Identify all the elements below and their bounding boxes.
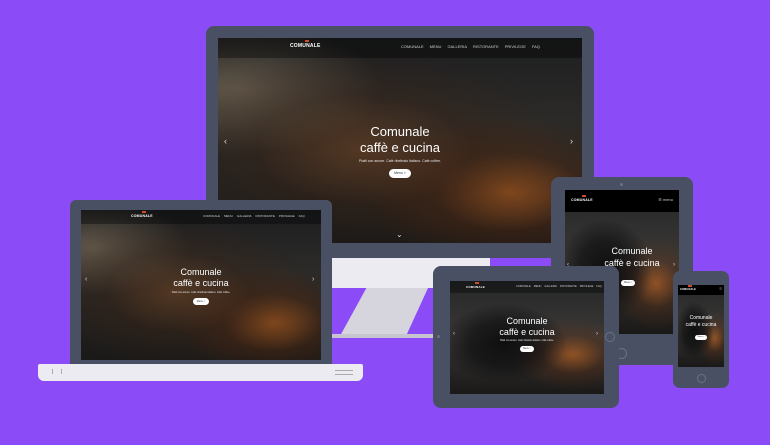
- tablet-portrait-menu-label: menu: [662, 197, 673, 202]
- tablet-landscape-next-arrow-icon[interactable]: ›: [596, 331, 598, 337]
- desktop-hero-line1: Comunale: [370, 124, 430, 139]
- desktop-logo[interactable]: COMUNALE: [290, 40, 321, 49]
- laptop-screen: COMUNALE COMUNALE MENU GALLERIA RISTORAN…: [81, 210, 321, 360]
- phone-home-button[interactable]: [697, 374, 706, 383]
- laptop-vent-right: [335, 370, 353, 375]
- tablet-landscape-nav-links: COMUNALE MENU GALLERIA RISTORANTE PRIVIL…: [516, 285, 602, 288]
- laptop-hero-button[interactable]: Menu >: [193, 298, 209, 305]
- tablet-landscape-camera: [437, 335, 440, 338]
- nav-item-faq[interactable]: FAQ: [532, 44, 540, 49]
- laptop-hero-line1: Comunale: [180, 267, 222, 277]
- tablet-landscape-nav-galleria[interactable]: GALLERIA: [544, 285, 557, 288]
- tablet-landscape-logo[interactable]: COMUNALE: [466, 282, 485, 289]
- tablet-landscape-hero-line1: Comunale: [506, 316, 548, 326]
- tablet-portrait-navbar: COMUNALE ☰ menu: [565, 190, 679, 212]
- tablet-portrait-hero-button[interactable]: Menu >: [621, 280, 635, 286]
- desktop-scroll-down-icon[interactable]: ⌄: [396, 230, 403, 239]
- tablet-portrait-logo[interactable]: COMUNALE: [571, 195, 593, 202]
- tablet-portrait-menu-icon[interactable]: ☰ menu: [658, 197, 673, 202]
- laptop-vent-left: [52, 369, 62, 374]
- phone-hero-line2: caffè e cucina: [685, 322, 717, 328]
- nav-item-galleria[interactable]: GALLERIA: [447, 44, 467, 49]
- tablet-landscape-nav-faq[interactable]: FAQ: [596, 285, 601, 288]
- laptop-prev-arrow-icon[interactable]: ‹: [85, 276, 87, 283]
- tablet-landscape-nav-ristorante[interactable]: RISTORANTE: [560, 285, 577, 288]
- tablet-landscape-home-button[interactable]: [605, 332, 615, 342]
- desktop-hero-line2: caffè e cucina: [360, 140, 440, 155]
- laptop-nav-comunale[interactable]: COMUNALE: [203, 214, 220, 218]
- desktop-next-arrow-icon[interactable]: ›: [570, 136, 573, 146]
- desktop-stand: [340, 288, 428, 336]
- laptop-hero-line2: caffè e cucina: [173, 278, 229, 288]
- laptop-nav-privilege[interactable]: PRIVILEGE: [279, 214, 295, 218]
- laptop-nav-menu[interactable]: MENU: [224, 214, 233, 218]
- laptop-logo[interactable]: COMUNALE: [131, 211, 153, 218]
- tablet-landscape-nav-privilege[interactable]: PRIVILEGE: [580, 285, 594, 288]
- phone-hero-button[interactable]: Menu >: [695, 335, 707, 340]
- laptop-next-arrow-icon[interactable]: ›: [312, 276, 314, 283]
- tablet-landscape-hero-button[interactable]: Menu >: [520, 346, 534, 352]
- desktop-hero-button[interactable]: Menu >: [389, 169, 411, 178]
- phone-logo[interactable]: COMUNALE: [680, 285, 696, 291]
- tablet-landscape-navbar: COMUNALE COMUNALE MENU GALLERIA RISTORAN…: [450, 281, 604, 293]
- laptop-navbar: COMUNALE COMUNALE MENU GALLERIA RISTORAN…: [81, 210, 321, 224]
- laptop-base: [38, 364, 363, 381]
- desktop-navbar: COMUNALE COMUNALE MENU GALLERIA RISTORAN…: [218, 38, 582, 58]
- tablet-landscape-hero-tagline: Piatti con amore. Cafè ribeltrato italia…: [500, 340, 554, 342]
- phone-navbar: COMUNALE ☰: [678, 285, 724, 295]
- laptop-nav-links: COMUNALE MENU GALLERIA RISTORANTE PRIVIL…: [203, 214, 305, 218]
- laptop-nav-faq[interactable]: FAQ: [299, 214, 305, 218]
- tablet-portrait-camera: [620, 183, 623, 186]
- tablet-landscape-screen: COMUNALE COMUNALE MENU GALLERIA RISTORAN…: [450, 281, 604, 394]
- laptop-nav-ristorante[interactable]: RISTORANTE: [256, 214, 275, 218]
- phone-screen: COMUNALE ☰ Comunale caffè e cucina Menu …: [678, 285, 724, 367]
- tablet-portrait-hero-line1: Comunale: [611, 246, 653, 256]
- desktop-nav-links: COMUNALE MENU GALLERIA RISTORANTE PRIVIL…: [401, 44, 540, 49]
- desktop-hero-tagline: Piatti con amore. Cafè ribeltrato italia…: [358, 159, 442, 163]
- tablet-landscape-prev-arrow-icon[interactable]: ‹: [453, 331, 455, 337]
- phone-menu-icon[interactable]: ☰: [719, 287, 722, 291]
- tablet-landscape-hero-line2: caffè e cucina: [499, 327, 555, 337]
- laptop-nav-galleria[interactable]: GALLERIA: [237, 214, 252, 218]
- laptop-hero-tagline: Piatti con amore. Cafè ribeltrato italia…: [171, 291, 231, 294]
- nav-item-privilege[interactable]: PRIVILEGE: [505, 44, 526, 49]
- tablet-landscape-nav-comunale[interactable]: COMUNALE: [516, 285, 531, 288]
- phone-hero-line1: Comunale: [689, 315, 713, 321]
- nav-item-comunale[interactable]: COMUNALE: [401, 44, 424, 49]
- tablet-landscape-nav-menu[interactable]: MENU: [534, 285, 542, 288]
- desktop-stand-base: [330, 334, 442, 338]
- nav-item-menu[interactable]: MENU: [430, 44, 442, 49]
- nav-item-ristorante[interactable]: RISTORANTE: [473, 44, 499, 49]
- tablet-portrait-next-arrow-icon[interactable]: ›: [673, 262, 675, 268]
- desktop-prev-arrow-icon[interactable]: ‹: [224, 136, 227, 146]
